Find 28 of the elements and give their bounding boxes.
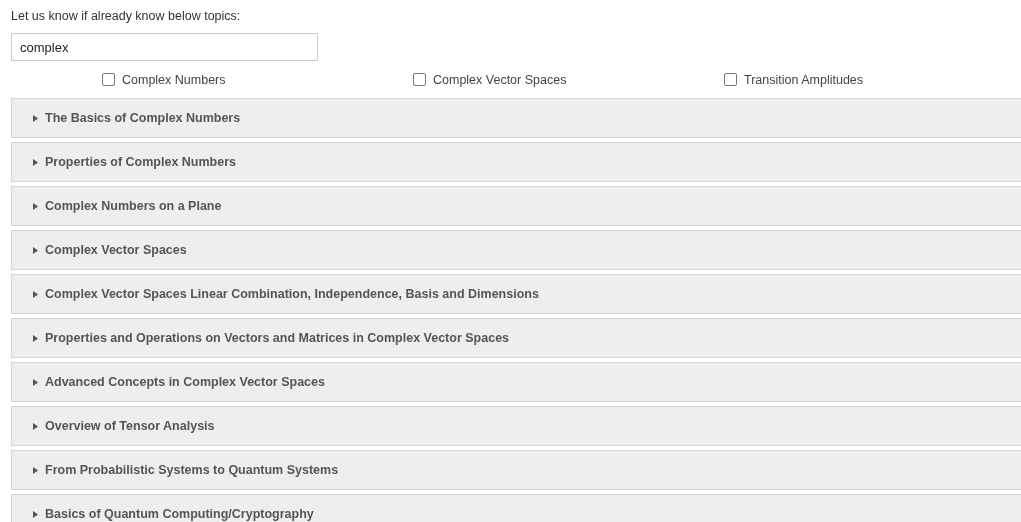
caret-icon — [33, 158, 38, 166]
caret-icon — [33, 202, 38, 210]
caret-icon — [33, 510, 38, 518]
accordion-header[interactable]: Overview of Tensor Analysis — [11, 406, 1021, 446]
caret-icon — [33, 378, 38, 386]
accordion-header[interactable]: Basics of Quantum Computing/Cryptography — [11, 494, 1021, 522]
search-field[interactable]: complex — [11, 33, 318, 61]
checkbox-label: Complex Vector Spaces — [433, 72, 567, 87]
prompt-text: Let us know if already know below topics: — [11, 8, 242, 25]
accordion-header[interactable]: Advanced Concepts in Complex Vector Spaces — [11, 362, 1021, 402]
caret-icon — [33, 466, 38, 474]
caret-icon — [33, 246, 38, 254]
accordion-header[interactable]: Complex Numbers on a Plane — [11, 186, 1021, 226]
checkbox[interactable] — [413, 73, 426, 86]
caret-icon — [33, 114, 38, 122]
accordion-header[interactable]: Properties and Operations on Vectors and Matrices in Complex Vector Spaces — [11, 318, 1021, 358]
accordion-header[interactable]: The Basics of Complex Numbers — [11, 98, 1021, 138]
caret-icon — [33, 290, 38, 298]
accordion-header[interactable]: Complex Vector Spaces — [11, 230, 1021, 270]
checkbox-label: Complex Numbers — [122, 72, 226, 87]
caret-icon — [33, 334, 38, 342]
checkbox[interactable] — [102, 73, 115, 86]
caret-icon — [33, 422, 38, 430]
accordion-header[interactable]: From Probabilistic Systems to Quantum Systems — [11, 450, 1021, 490]
accordion-header[interactable]: Complex Vector Spaces Linear Combination, Independence, Basis and Dimensions — [11, 274, 1021, 314]
accordion-header[interactable]: Properties of Complex Numbers — [11, 142, 1021, 182]
checkbox-label: Transition Amplitudes — [744, 72, 864, 87]
checkbox[interactable] — [724, 73, 737, 86]
